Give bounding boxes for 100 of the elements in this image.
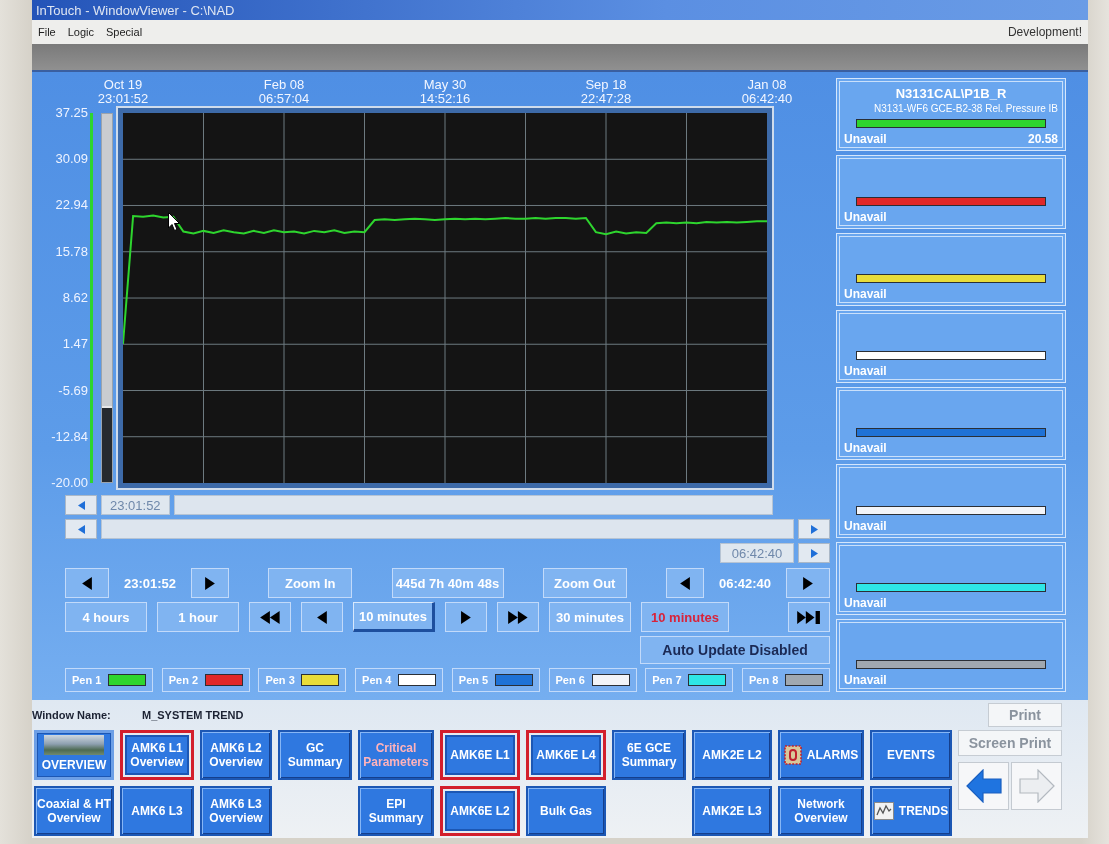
end-back-button[interactable] [666, 568, 704, 598]
value-axis-label: 22.94 [55, 198, 88, 213]
pen-button[interactable]: Pen 6 [548, 668, 637, 692]
rewind-button[interactable] [249, 602, 291, 632]
scrollbar-thumb[interactable] [102, 406, 112, 482]
pen-button[interactable]: Pen 8 [741, 668, 830, 692]
value-readout: 20.58 [1027, 132, 1058, 147]
value-axis-label: -5.69 [58, 383, 88, 398]
end-forward-button[interactable] [786, 568, 830, 598]
duration-button[interactable]: 30 minutes [549, 602, 631, 632]
navigation-button[interactable]: AMK2E L3 [692, 786, 772, 836]
navigation-button[interactable]: AMK6 L3 Overview [200, 786, 272, 836]
menu-item[interactable]: Logic [67, 26, 95, 38]
mouse-pointer-icon [168, 212, 180, 231]
left-triangle-icon [77, 500, 85, 510]
menu-item[interactable]: File [38, 26, 56, 38]
alarm-icon [783, 745, 802, 765]
vertical-scrollbar[interactable] [101, 113, 113, 483]
scroll-right-button[interactable] [798, 519, 830, 539]
value-axis-label: 1.47 [62, 337, 88, 352]
navigation-button[interactable]: AMK2E L2 [692, 730, 772, 780]
right-triangle-icon [803, 576, 813, 590]
scroll-left-button[interactable] [65, 519, 97, 539]
horizontal-scrollbar[interactable] [101, 519, 794, 539]
right-triangle-icon [810, 548, 818, 558]
scroll-right-button[interactable] [798, 543, 830, 563]
zoom-out-button[interactable]: Zoom Out [542, 568, 627, 598]
value-axis-label: 37.25 [55, 106, 88, 120]
navigation-button[interactable]: 6E GCE Summary [612, 730, 686, 780]
left-triangle-icon [680, 576, 690, 590]
navigation-button[interactable]: AMK6E L4 [526, 730, 606, 780]
status-text: Unavail [844, 286, 887, 301]
value-axis-label: -12.84 [51, 429, 88, 444]
status-text: Unavail [844, 132, 887, 147]
duration-button[interactable]: 10 minutes [353, 602, 435, 632]
pen-button[interactable]: Pen 2 [161, 668, 250, 692]
zoom-in-button[interactable]: Zoom In [268, 568, 353, 598]
photo-placeholder [44, 735, 104, 755]
time-scrollbar[interactable] [173, 495, 773, 515]
duration-button[interactable]: 4 hours [65, 602, 147, 632]
navigation-button[interactable]: AMK6 L3 [120, 786, 194, 836]
right-arrow-icon [1018, 769, 1055, 803]
pen-button[interactable]: Pen 4 [355, 668, 444, 692]
start-forward-button[interactable] [191, 568, 229, 598]
start-back-button[interactable] [65, 568, 109, 598]
pen-button[interactable]: Pen 3 [258, 668, 347, 692]
value-axis-label: 8.62 [62, 291, 88, 306]
status-text: Unavail [844, 595, 887, 610]
navigation-button[interactable]: Coaxial & HT Overview [34, 786, 114, 836]
back-button[interactable] [958, 762, 1009, 810]
end-time-readout: 06:42:40 [717, 575, 772, 591]
end-time-field: 06:42:40 [720, 543, 794, 563]
navigation-button[interactable]: AMK6 L1 Overview [120, 730, 194, 780]
window-name-value: M_SYSTEM TREND [142, 709, 244, 721]
navigation-button[interactable]: TRENDS [870, 786, 952, 836]
status-text: Unavail [844, 209, 887, 224]
window-name-label: Window Name: [32, 709, 112, 721]
time-span-readout: 445d 7h 40m 48s [391, 568, 504, 598]
navigation-button[interactable]: AMK6E L2 [440, 786, 520, 836]
navigation-button[interactable]: EVENTS [870, 730, 952, 780]
left-triangle-icon [317, 610, 327, 624]
navigation-button[interactable]: GC Summary [278, 730, 352, 780]
navigation-button[interactable]: Network Overview [778, 786, 864, 836]
start-time-readout: 23:01:52 [122, 575, 177, 591]
fast-forward-button[interactable] [497, 602, 539, 632]
mode-label: Development! [1007, 25, 1082, 39]
navigation-button[interactable]: AMK6 L2 Overview [200, 730, 272, 780]
navigation-button[interactable]: EPI Summary [358, 786, 434, 836]
pen-button[interactable]: Pen 5 [451, 668, 540, 692]
navigation-button[interactable]: OVERVIEW [34, 730, 114, 780]
navigation-button[interactable]: Critical Parameters [358, 730, 434, 780]
auto-update-status: Auto Update Disabled [640, 636, 830, 664]
left-arrow-icon [965, 769, 1002, 803]
tag-description: N3131-WF6 GCE-B2-38 Rel. Pressure IB [874, 103, 1058, 114]
pen-button[interactable]: Pen 7 [645, 668, 734, 692]
navigation-button[interactable]: AMK6E L1 [440, 730, 520, 780]
value-axis-label: -20.00 [51, 476, 88, 490]
scroll-left-button[interactable] [65, 495, 97, 515]
menu-item[interactable]: Special [106, 26, 143, 38]
left-triangle-icon [77, 524, 85, 534]
navigation-button[interactable]: Bulk Gas [526, 786, 606, 836]
time-axis-label: May 30 14:52:16 [418, 78, 472, 106]
navigation-button[interactable]: ALARMS [778, 730, 864, 780]
step-forward-button[interactable] [445, 602, 487, 632]
status-text: Unavail [844, 673, 887, 687]
value-axis-label: 30.09 [55, 152, 88, 167]
time-axis-label: Jan 08 06:42:40 [740, 78, 794, 106]
skip-to-end-button[interactable] [788, 602, 830, 632]
time-axis-label: Feb 08 06:57:04 [257, 78, 311, 106]
step-size-readout: 10 minutes [641, 602, 729, 632]
pen-button[interactable]: Pen 1 [65, 668, 153, 692]
duration-button[interactable]: 1 hour [157, 602, 239, 632]
value-axis-label: 15.78 [55, 244, 88, 259]
status-text: Unavail [844, 441, 887, 456]
status-text: Unavail [844, 518, 887, 533]
time-axis-label: Sep 18 22:47:28 [579, 78, 633, 106]
skip-end-icon [797, 610, 821, 624]
right-triangle-icon [461, 610, 471, 624]
step-back-button[interactable] [301, 602, 343, 632]
double-right-triangle-icon [508, 610, 528, 624]
